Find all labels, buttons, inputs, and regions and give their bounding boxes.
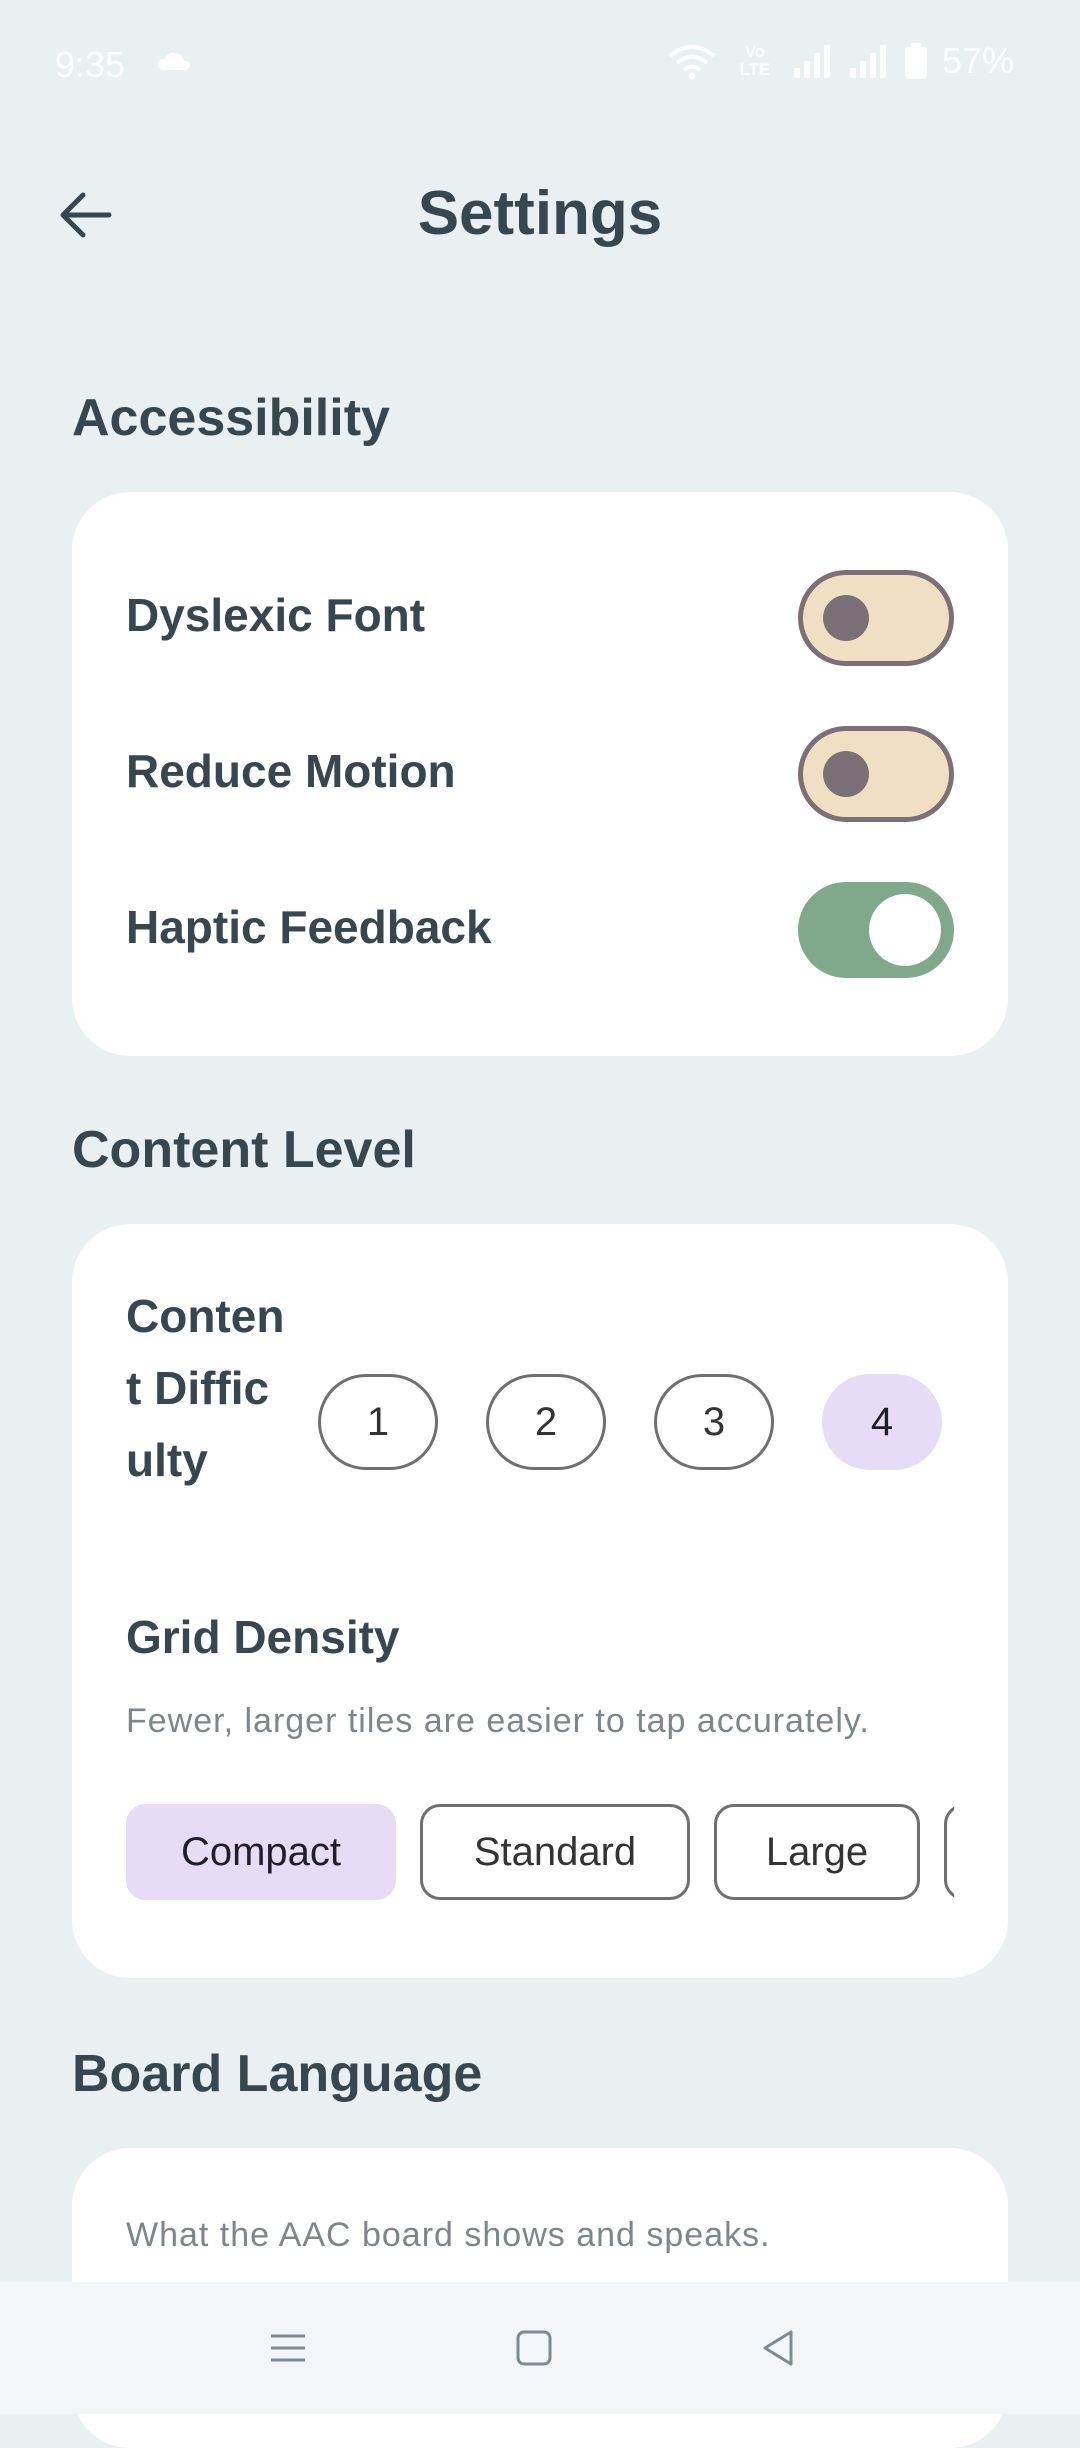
top-app-bar: Settings (0, 160, 1080, 270)
toggle-knob (869, 894, 941, 966)
page-title: Settings (417, 179, 663, 248)
section-title-content-level: Content Level (72, 1121, 416, 1179)
battery-icon (904, 43, 927, 79)
difficulty-option-4[interactable]: 4 (822, 1374, 942, 1470)
grid-density-title: Grid Density (126, 1611, 400, 1663)
recent-apps-button[interactable] (258, 2318, 318, 2378)
section-title-accessibility: Accessibility (72, 389, 390, 447)
content-level-card: Content Difficulty 1 2 3 4 Grid Density … (72, 1224, 1008, 1978)
home-button[interactable] (504, 2318, 564, 2378)
content-difficulty-label: Content Difficulty (126, 1290, 285, 1486)
toggle-knob (823, 595, 869, 641)
grid-density-more[interactable] (944, 1804, 954, 1900)
signal-icon (793, 45, 830, 78)
toggle-knob (823, 751, 869, 797)
wifi-icon (668, 45, 716, 80)
difficulty-option-1[interactable]: 1 (318, 1374, 438, 1470)
system-navigation-bar (0, 2282, 1080, 2414)
dyslexic-font-label: Dyslexic Font (126, 589, 426, 641)
home-square-icon (516, 2330, 552, 2366)
grid-density-hint: Fewer, larger tiles are easier to tap ac… (126, 1702, 870, 1740)
haptic-feedback-toggle[interactable] (798, 882, 954, 978)
difficulty-option-3[interactable]: 3 (654, 1374, 774, 1470)
menu-icon (271, 2334, 305, 2362)
reduce-motion-label: Reduce Motion (126, 745, 456, 797)
grid-density-compact[interactable]: Compact (126, 1804, 396, 1900)
difficulty-option-2[interactable]: 2 (486, 1374, 606, 1470)
battery-percentage: 57% (941, 40, 1014, 81)
section-title-board-language: Board Language (72, 2045, 483, 2103)
cloud-icon (157, 52, 191, 70)
system-back-button[interactable] (748, 2318, 808, 2378)
grid-density-standard[interactable]: Standard (420, 1804, 690, 1900)
accessibility-card: Dyslexic Font Reduce Motion Haptic Feedb… (72, 492, 1008, 1056)
status-bar: 9:35 Vo LTE 57% (0, 0, 1080, 128)
signal-icon-2 (849, 45, 886, 78)
dyslexic-font-toggle[interactable] (798, 570, 954, 666)
status-icons: Vo LTE 57% (666, 40, 1014, 82)
grid-density-large[interactable]: Large (714, 1804, 920, 1900)
status-time: 9:35 (55, 44, 126, 85)
volte-badge: Vo LTE (739, 42, 771, 79)
back-triangle-icon (763, 2330, 793, 2366)
reduce-motion-toggle[interactable] (798, 726, 954, 822)
haptic-feedback-label: Haptic Feedback (126, 901, 492, 953)
grid-density-options: Compact Standard Large (126, 1804, 954, 1900)
board-language-hint: What the AAC board shows and speaks. (126, 2216, 771, 2254)
